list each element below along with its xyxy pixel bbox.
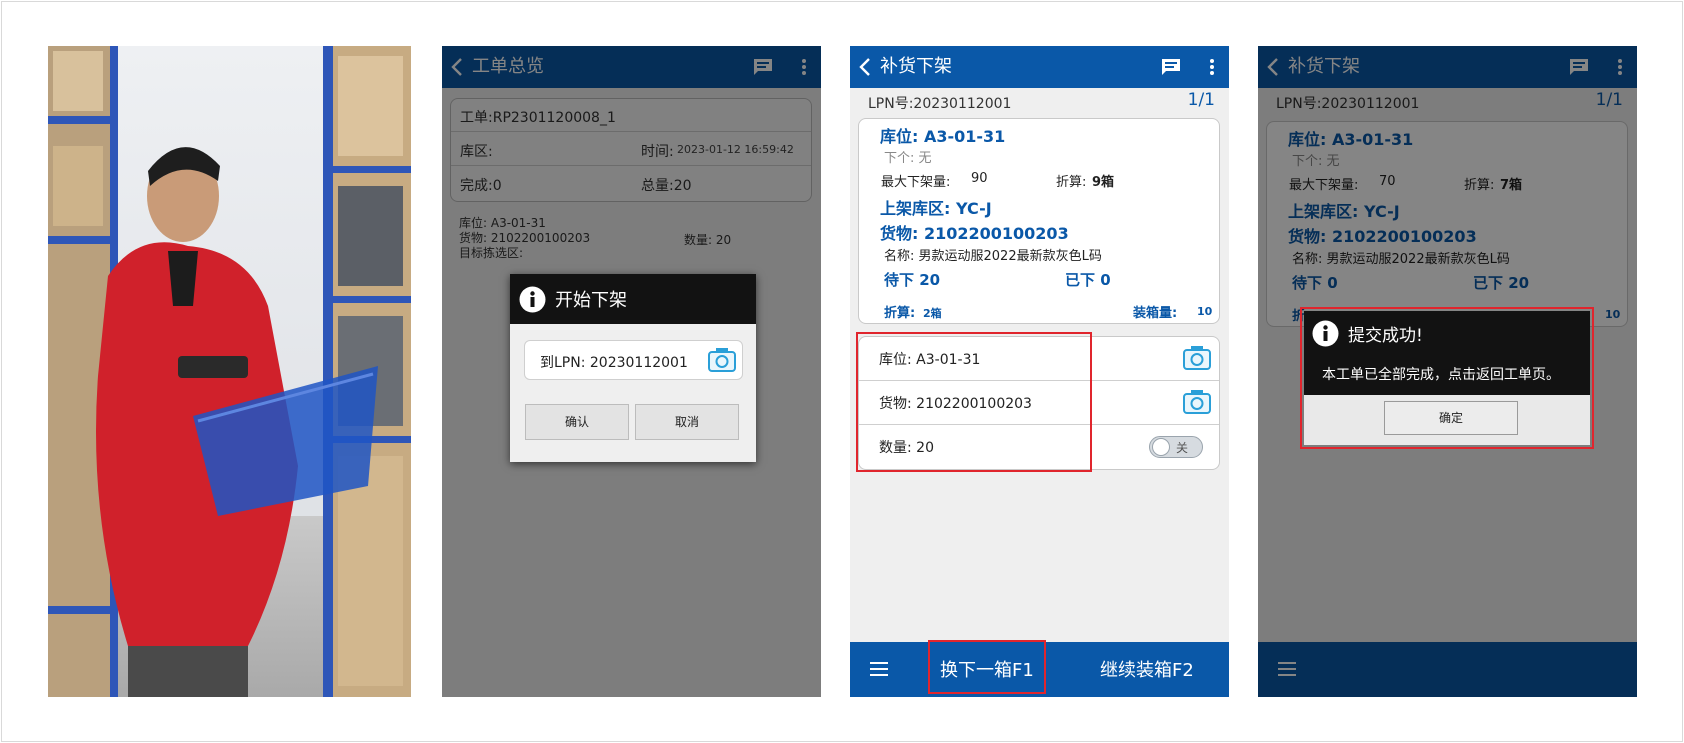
toggle-knob [1152,438,1170,456]
camera-scan-icon[interactable] [1183,389,1211,415]
page-indicator: 1/1 [1187,90,1215,110]
box-qty-value: 10 [1197,305,1213,318]
lpn-input[interactable]: 到LPN: 20230112001 [524,340,743,380]
next-box-highlight [928,640,1046,694]
info-icon [519,286,546,313]
camera-scan-icon[interactable] [708,347,736,373]
dialog-header: 开始下架 [510,274,756,324]
more-icon[interactable] [1207,58,1217,76]
lpn-input-value: 到LPN: 20230112001 [540,355,688,371]
warehouse-photo [48,46,411,697]
start-unshelve-dialog: 开始下架 到LPN: 20230112001 确认 取消 [510,274,756,462]
max-qty-value: 90 [971,171,988,186]
cancel-button[interactable]: 取消 [635,404,739,440]
app-bar: 补货下架 [850,46,1229,88]
menu-icon[interactable] [870,661,888,677]
task-card: 库位: A3-01-31 下个: 无 最大下架量: 90 折算: 9箱 上架库区… [858,118,1220,324]
convert-value: 9箱 [1092,175,1115,190]
done-qty: 已下 0 [1065,271,1111,289]
qty-toggle[interactable]: 关 [1149,436,1203,458]
dialog-highlight [1300,307,1594,449]
replenish-complete-screen: 补货下架 LPN号:20230112001 1/1 库位: A3-01-31 下… [1258,46,1637,697]
putaway-zone: 上架库区: YC-J [880,199,992,218]
back-icon[interactable] [858,57,874,77]
goods-name: 名称: 男款运动服2022最新款灰色L码 [884,249,1102,264]
work-order-overview-screen: 工单总览 工单:RP2301120008_1 库区: 时间: 2023-01-1… [442,46,821,697]
scan-form-highlight [856,332,1092,472]
page-title: 补货下架 [880,56,952,77]
box-qty-label: 装箱量: [1133,306,1178,321]
replenish-unshelve-screen: 补货下架 LPN号:20230112001 1/1 库位: A3-01-31 下… [850,46,1229,697]
lpn-number: LPN号:20230112001 [868,96,1012,112]
camera-scan-icon[interactable] [1183,345,1211,371]
convert2-label: 折算: [884,306,916,321]
message-icon[interactable] [1161,58,1181,76]
continue-packing-button[interactable]: 继续装箱F2 [1100,656,1194,682]
convert-label: 折算: [1056,175,1087,190]
card-next: 下个: 无 [884,151,932,166]
dialog-title: 开始下架 [555,290,627,311]
convert2-value: 2箱 [923,307,942,320]
card-goods: 货物: 2102200100203 [880,224,1069,243]
toggle-label: 关 [1176,441,1189,455]
confirm-button[interactable]: 确认 [525,404,629,440]
max-qty-label: 最大下架量: [881,175,951,190]
card-location: 库位: A3-01-31 [880,127,1006,146]
pending-qty: 待下 20 [884,271,941,289]
photo-illustration [48,46,411,697]
